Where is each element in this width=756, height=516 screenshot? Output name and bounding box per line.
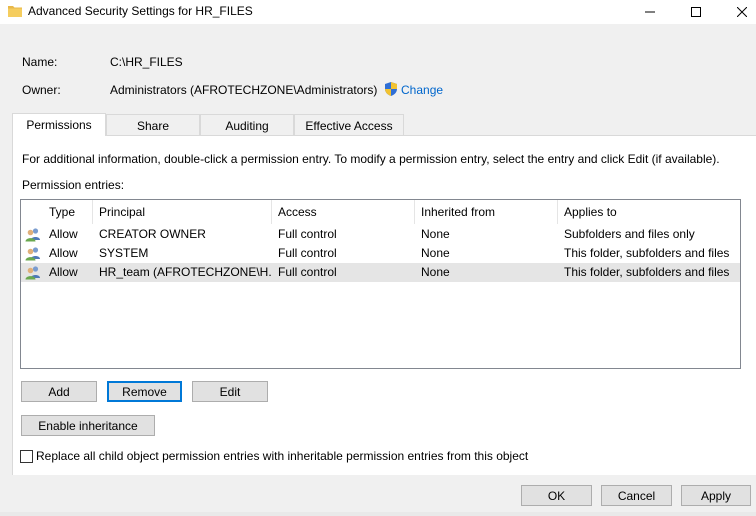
cell-applies-to: This folder, subfolders and files: [564, 265, 730, 279]
cell-access: Full control: [278, 246, 337, 260]
column-header-access[interactable]: Access: [272, 200, 415, 224]
permission-row-selected[interactable]: Allow HR_team (AFROTECHZONE\H... Full co…: [21, 263, 740, 282]
object-path: C:\HR_FILES: [110, 55, 183, 69]
apply-button[interactable]: Apply: [681, 485, 751, 506]
maximize-button[interactable]: [673, 0, 719, 24]
close-button[interactable]: [719, 0, 756, 24]
close-icon: [737, 7, 747, 17]
cell-type: Allow: [49, 265, 78, 279]
users-icon: [25, 247, 40, 261]
maximize-icon: [691, 7, 701, 17]
cell-type: Allow: [49, 227, 78, 241]
minimize-button[interactable]: [627, 0, 673, 24]
permission-entries-list[interactable]: Type Principal Access Inherited from App…: [20, 199, 741, 369]
users-icon: [25, 266, 40, 280]
cancel-button[interactable]: Cancel: [601, 485, 672, 506]
info-text: For additional information, double-click…: [22, 152, 720, 166]
add-button[interactable]: Add: [21, 381, 97, 402]
taskbar-edge: [0, 512, 756, 516]
title-bar[interactable]: Advanced Security Settings for HR_FILES: [0, 0, 756, 24]
tab-auditing[interactable]: Auditing: [200, 114, 294, 136]
replace-child-permissions-label: Replace all child object permission entr…: [36, 449, 529, 463]
users-icon: [25, 228, 40, 242]
tab-permissions[interactable]: Permissions: [12, 113, 106, 136]
list-header: Type Principal Access Inherited from App…: [21, 200, 740, 224]
enable-inheritance-button[interactable]: Enable inheritance: [21, 415, 155, 436]
name-label: Name:: [22, 55, 58, 69]
window-title: Advanced Security Settings for HR_FILES: [28, 4, 253, 18]
folder-icon: [8, 6, 22, 17]
cell-inherited-from: None: [421, 227, 450, 241]
replace-child-permissions-option[interactable]: Replace all child object permission entr…: [20, 449, 528, 463]
owner-label: Owner:: [22, 83, 61, 97]
owner-value: Administrators (AFROTECHZONE\Administrat…: [110, 83, 378, 97]
cell-principal: SYSTEM: [99, 246, 149, 260]
cell-inherited-from: None: [421, 265, 450, 279]
column-header-principal[interactable]: Principal: [93, 200, 272, 224]
column-header-inherited-from[interactable]: Inherited from: [415, 200, 558, 224]
uac-shield-icon: [385, 82, 397, 96]
cell-principal: HR_team (AFROTECHZONE\H...: [99, 265, 271, 279]
tab-effective-access[interactable]: Effective Access: [294, 114, 404, 136]
ok-button[interactable]: OK: [521, 485, 592, 506]
permission-entries-label: Permission entries:: [22, 178, 125, 192]
cell-applies-to: This folder, subfolders and files: [564, 246, 730, 260]
minimize-icon: [645, 11, 655, 13]
permission-row[interactable]: Allow CREATOR OWNER Full control None Su…: [21, 225, 740, 244]
remove-button[interactable]: Remove: [107, 381, 182, 402]
replace-child-permissions-checkbox[interactable]: [20, 449, 33, 463]
cell-inherited-from: None: [421, 246, 450, 260]
tab-share[interactable]: Share: [106, 114, 200, 136]
column-header-applies-to[interactable]: Applies to: [558, 200, 740, 224]
edit-button[interactable]: Edit: [192, 381, 268, 402]
change-owner-link[interactable]: Change: [401, 83, 443, 97]
cell-principal: CREATOR OWNER: [99, 227, 206, 241]
permission-row[interactable]: Allow SYSTEM Full control None This fold…: [21, 244, 740, 263]
cell-access: Full control: [278, 265, 337, 279]
column-header-type[interactable]: Type: [43, 200, 93, 224]
cell-type: Allow: [49, 246, 78, 260]
cell-access: Full control: [278, 227, 337, 241]
cell-applies-to: Subfolders and files only: [564, 227, 695, 241]
